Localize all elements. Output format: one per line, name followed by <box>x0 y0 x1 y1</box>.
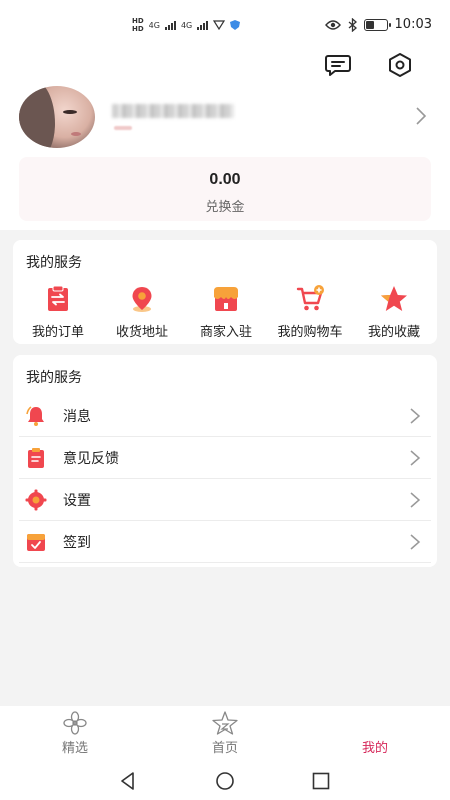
list-item-checkin[interactable]: 签到 <box>19 521 431 563</box>
chevron-right-icon <box>410 534 421 550</box>
hd-label-2: HD <box>132 25 144 33</box>
nav-tab-home[interactable]: 首页 <box>150 706 300 762</box>
signal-bars-2-icon <box>197 20 209 30</box>
eye-icon <box>324 19 341 30</box>
feedback-icon <box>28 448 44 468</box>
username-sub-blurred <box>114 126 132 130</box>
list-item-label: 设置 <box>63 493 91 509</box>
signal-4g-label-1: 4G <box>148 20 160 30</box>
back-icon[interactable] <box>117 770 139 792</box>
clock: 10:03 <box>394 17 432 32</box>
list-item-label: 意见反馈 <box>63 451 119 467</box>
service-favorites[interactable]: 我的收藏 <box>349 284 439 340</box>
order-icon <box>48 285 68 311</box>
list-item-label: 签到 <box>63 535 91 551</box>
bluetooth-icon <box>348 17 357 32</box>
signal-4g-label-2: 4G <box>180 20 193 30</box>
nav-tab-featured[interactable]: 精选 <box>0 706 150 762</box>
points-label: 兑换金 <box>205 200 245 215</box>
services-grid: 我的订单 收货地址 商家入驻 我的购物车 我的收藏 <box>13 284 437 340</box>
menu-title: 我的服务 <box>26 370 82 386</box>
cart-icon <box>296 285 324 311</box>
bell-icon <box>26 406 44 426</box>
star-icon <box>381 286 407 311</box>
nav-label: 我的 <box>361 741 388 756</box>
status-right: 10:03 <box>324 17 432 32</box>
home-circle-icon[interactable] <box>214 770 236 792</box>
recents-square-icon[interactable] <box>310 770 332 792</box>
service-label: 我的收藏 <box>367 325 420 340</box>
chevron-right-icon[interactable] <box>414 106 428 126</box>
home-star-icon <box>212 711 238 735</box>
chevron-right-icon <box>410 450 421 466</box>
list-item-settings[interactable]: 设置 <box>19 479 431 521</box>
hd-indicator: HD HD <box>132 17 144 33</box>
services-card: 我的服务 我的订单 收货地址 商家入驻 我的购物车 我的收藏 <box>13 240 437 344</box>
gear-icon <box>25 489 47 511</box>
hd-label-1: HD <box>132 17 144 25</box>
message-icon[interactable] <box>324 51 352 79</box>
nav-label: 精选 <box>61 741 88 756</box>
status-left: HD HD 4G 4G <box>132 17 241 33</box>
battery-icon <box>363 18 391 31</box>
system-nav-bar <box>0 762 450 800</box>
list-item-label: 消息 <box>63 409 91 425</box>
shop-icon <box>214 287 238 311</box>
chevron-right-icon <box>410 492 421 508</box>
location-pin-icon <box>132 287 152 312</box>
services-title: 我的服务 <box>26 255 82 271</box>
checkin-icon <box>27 534 45 551</box>
avatar[interactable] <box>19 86 95 148</box>
list-item-feedback[interactable]: 意见反馈 <box>19 437 431 479</box>
bottom-nav: 精选 首页 我的 <box>0 706 450 762</box>
points-value: 0.00 <box>209 171 241 188</box>
list-item-messages[interactable]: 消息 <box>19 395 431 437</box>
app-shield-icon <box>230 20 241 30</box>
nav-label: 首页 <box>211 741 238 756</box>
username-blurred <box>112 104 234 118</box>
status-bar: HD HD 4G 4G 10:03 <box>0 0 450 52</box>
menu-card: 我的服务 消息 意见反馈 设置 签到 <box>13 355 437 567</box>
signal-bars-1-icon <box>164 20 176 30</box>
chevron-right-icon <box>410 408 421 424</box>
flower-icon <box>63 711 87 735</box>
wifi-shield-icon <box>213 20 226 30</box>
nav-tab-mine[interactable]: 我的 <box>300 706 450 762</box>
settings-hexagon-icon[interactable] <box>386 51 414 79</box>
points-card[interactable]: 0.00 兑换金 <box>19 157 431 221</box>
